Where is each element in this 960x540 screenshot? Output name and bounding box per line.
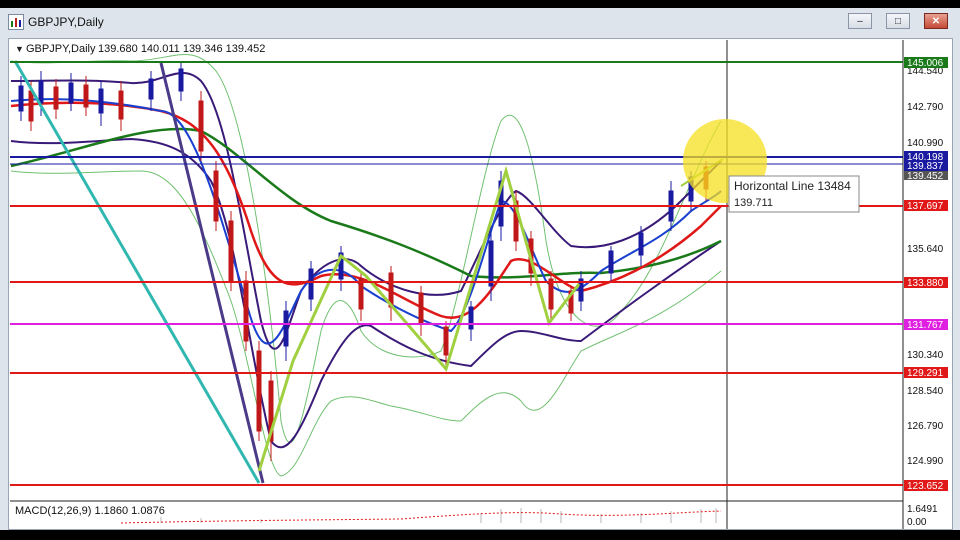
maximize-icon: □ xyxy=(894,16,902,27)
title-bar[interactable]: GBPJPY,Daily – □ ✕ xyxy=(0,8,960,36)
level-tag: 123.652 xyxy=(907,481,944,492)
maximize-button[interactable]: □ xyxy=(886,13,910,29)
macd-tick: 0.00 xyxy=(907,517,927,528)
level-tag: 139.452 xyxy=(907,171,944,182)
price-scale[interactable]: 144.540 142.790 140.990 135.640 130.340 … xyxy=(907,66,944,528)
hline-tooltip: Horizontal Line 13484 139.711 xyxy=(728,175,860,213)
close-icon: ✕ xyxy=(931,16,941,27)
price-tick: 124.990 xyxy=(907,456,944,467)
price-chart[interactable]: Horizontal Line 13484 139.711 ▼ GBPJPY,D… xyxy=(9,39,952,529)
level-tag: 137.697 xyxy=(907,201,944,212)
price-tick: 140.990 xyxy=(907,138,944,149)
level-tag: 145.006 xyxy=(907,58,944,69)
price-tick: 130.340 xyxy=(907,350,944,361)
level-tag: 133.880 xyxy=(907,278,944,289)
price-tick: 142.790 xyxy=(907,102,944,113)
macd-label: MACD(12,26,9) 1.1860 1.0876 xyxy=(15,505,165,517)
level-tag: 129.291 xyxy=(907,368,944,379)
ohlc-readout: 139.680 140.011 139.346 139.452 xyxy=(98,43,265,55)
chart-symbol-label: GBPJPY,Daily xyxy=(26,43,96,55)
window-title: GBPJPY,Daily xyxy=(28,15,104,29)
price-tick: 135.640 xyxy=(907,244,944,255)
macd-tick: 1.6491 xyxy=(907,504,938,515)
chart-window-icon xyxy=(8,14,24,30)
price-tick: 126.790 xyxy=(907,421,944,432)
close-button[interactable]: ✕ xyxy=(924,13,948,29)
price-tick: 128.540 xyxy=(907,386,944,397)
minimize-icon: – xyxy=(857,16,863,27)
mt4-chart-window: GBPJPY,Daily – □ ✕ Horizontal Line 13484… xyxy=(0,8,960,530)
macd-histogram xyxy=(160,508,717,523)
level-tag: 131.767 xyxy=(907,320,944,331)
collapse-arrow-icon[interactable]: ▼ xyxy=(15,44,24,54)
minimize-button[interactable]: – xyxy=(848,13,872,29)
tooltip-title: Horizontal Line 13484 xyxy=(734,179,851,193)
chart-area[interactable]: Horizontal Line 13484 139.711 ▼ GBPJPY,D… xyxy=(8,38,953,530)
tooltip-value: 139.711 xyxy=(734,197,773,209)
